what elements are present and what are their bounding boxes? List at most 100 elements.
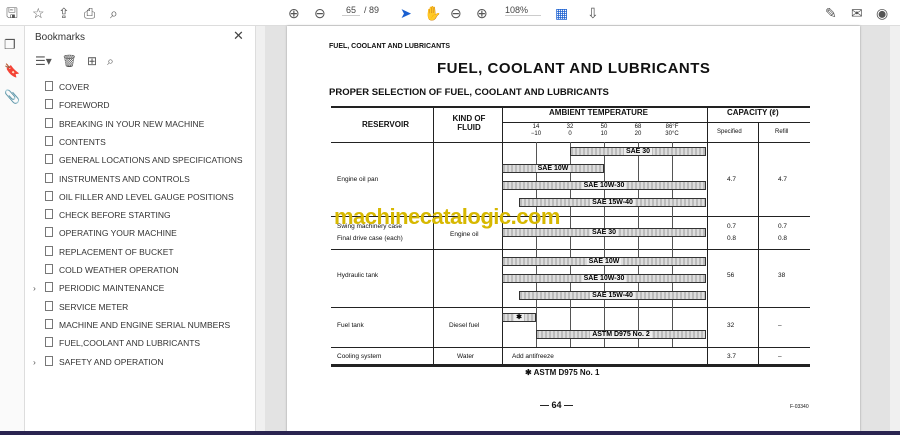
bookmark-icon xyxy=(45,154,53,165)
bookmark-star-icon[interactable]: ☆ xyxy=(32,4,45,22)
bookmark-item[interactable]: CONTENTS xyxy=(33,134,106,150)
tick-f: 86°F xyxy=(665,124,679,130)
tick-c: 20 xyxy=(634,131,642,137)
panel-scrollbar[interactable] xyxy=(255,26,265,435)
bookmark-item[interactable]: COVER xyxy=(33,79,89,95)
capacity-refill: – xyxy=(778,322,782,329)
section-title: PROPER SELECTION OF FUEL, COOLANT AND LU… xyxy=(329,87,609,98)
zoom-out-icon[interactable]: ⊖ xyxy=(450,4,462,22)
temp-range-bar: SAE 10W-30 xyxy=(502,274,706,283)
prev-page-icon[interactable]: ⊕ xyxy=(288,4,300,22)
temp-note: Add antifreeze xyxy=(512,353,554,360)
bookmark-icon xyxy=(45,209,53,220)
temp-gridline xyxy=(604,142,605,347)
bookmark-item[interactable]: OIL FILLER AND LEVEL GAUGE POSITIONS xyxy=(33,189,234,205)
bookmark-icon xyxy=(45,81,53,91)
capacity-refill: 0.7 xyxy=(778,223,788,230)
search-icon[interactable]: ⌕ xyxy=(110,4,118,22)
bookmark-item[interactable]: INSTRUMENTS AND CONTROLS xyxy=(33,171,190,187)
sign-icon[interactable]: ✎ xyxy=(825,4,837,22)
bookmark-icon xyxy=(45,227,53,238)
upload-icon[interactable]: ⇪ xyxy=(58,4,70,22)
print-icon[interactable]: ⎙ xyxy=(84,4,95,22)
header-fluid: KIND OF FLUID xyxy=(452,114,486,132)
scroll-mode-icon[interactable]: ⇩ xyxy=(587,4,599,22)
bookmark-item[interactable]: › SAFETY AND OPERATION xyxy=(33,354,164,370)
bookmark-item[interactable]: FOREWORD xyxy=(33,97,110,113)
bookmark-icon xyxy=(45,245,53,256)
bar-label: SAE 10W-30 xyxy=(581,275,627,282)
new-bookmark-icon[interactable]: ⊞ xyxy=(87,54,97,68)
close-icon[interactable]: ✕ xyxy=(233,28,244,44)
temp-range-bar: ASTM D975 No. 2 xyxy=(536,330,706,339)
bookmark-item[interactable]: MACHINE AND ENGINE SERIAL NUMBERS xyxy=(33,317,230,333)
next-page-icon[interactable]: ⊖ xyxy=(314,4,326,22)
document-scrollbar[interactable] xyxy=(890,26,900,435)
tick-c: 0 xyxy=(568,131,572,137)
bookmark-item[interactable]: SERVICE METER xyxy=(33,299,128,315)
reservoir-label: Final drive case (each) xyxy=(337,235,403,242)
reservoir-label: Cooling system xyxy=(337,353,382,360)
bookmark-item[interactable]: OPERATING YOUR MACHINE xyxy=(33,225,177,241)
bookmark-label: CHECK BEFORE STARTING xyxy=(59,210,171,221)
chevron-right-icon[interactable]: › xyxy=(33,354,43,370)
bookmark-label: REPLACEMENT OF BUCKET xyxy=(59,246,174,257)
attachment-icon[interactable]: 📎 xyxy=(4,88,20,106)
header-temp: AMBIENT TEMPERATURE xyxy=(549,108,648,117)
delete-icon[interactable]: 🗑 xyxy=(62,54,77,68)
chevron-right-icon[interactable]: › xyxy=(33,280,43,296)
page-input[interactable]: 65 xyxy=(342,5,360,16)
hand-tool-icon[interactable]: ✋ xyxy=(424,4,441,22)
bookmark-item[interactable]: COLD WEATHER OPERATION xyxy=(33,262,179,278)
panel-title: Bookmarks xyxy=(35,32,86,43)
bookmark-label: BREAKING IN YOUR NEW MACHINE xyxy=(59,118,205,129)
footnote: ✱ ASTM D975 No. 1 xyxy=(525,368,600,377)
save-icon[interactable]: 🖫 xyxy=(6,4,18,22)
zoom-in-icon[interactable]: ⊕ xyxy=(476,4,488,22)
document-view: FUEL, COOLANT AND LUBRICANTS FUEL, COOLA… xyxy=(265,26,900,435)
capacity-specified: 3.7 xyxy=(727,353,737,360)
row-divider xyxy=(331,347,810,348)
bookmark-label: COLD WEATHER OPERATION xyxy=(59,265,179,275)
bookmarks-icon[interactable]: 🔖 xyxy=(4,62,20,80)
capacity-specified: 0.7 xyxy=(727,223,737,230)
page-fit-icon[interactable]: ▦ xyxy=(555,4,568,22)
bar-label: SAE 10W-30 xyxy=(581,182,627,189)
select-cursor-icon[interactable]: ➤ xyxy=(400,4,412,22)
bookmark-label: SERVICE METER xyxy=(59,301,129,312)
bookmark-icon xyxy=(45,264,53,274)
page-title: FUEL, COOLANT AND LUBRICANTS xyxy=(437,60,711,77)
fluid-label: Engine oil xyxy=(450,231,479,238)
bookmark-icon xyxy=(45,318,53,329)
options-icon[interactable]: ☰▾ xyxy=(35,54,52,68)
bookmark-item[interactable]: GENERAL LOCATIONS AND SPECIFICATIONS xyxy=(33,152,243,168)
header-reservoir: RESERVOIR xyxy=(362,120,409,129)
bar-label: ✱ xyxy=(514,314,524,321)
col-divider xyxy=(433,106,434,366)
bar-label: ASTM D975 No. 2 xyxy=(590,331,652,338)
bookmark-tools: ☰▾ 🗑 ⊞ ⌕ xyxy=(35,54,124,69)
bookmark-item[interactable]: › PERIODIC MAINTENANCE xyxy=(33,280,164,296)
temp-range-bar: SAE 15W-40 xyxy=(519,291,706,300)
bar-label: SAE 10W xyxy=(535,165,571,172)
zoom-select[interactable]: 108% xyxy=(505,5,541,16)
bookmark-item[interactable]: CHECK BEFORE STARTING xyxy=(33,207,171,223)
col-divider xyxy=(758,122,759,366)
bookmark-item[interactable]: BREAKING IN YOUR NEW MACHINE xyxy=(33,116,204,132)
capacity-refill: – xyxy=(778,353,782,360)
tick-f: 14 xyxy=(532,124,540,130)
pages-icon[interactable]: ❐ xyxy=(4,36,16,54)
mail-icon[interactable]: ✉ xyxy=(851,4,863,22)
bookmark-item[interactable]: REPLACEMENT OF BUCKET xyxy=(33,244,174,260)
find-bookmark-icon[interactable]: ⌕ xyxy=(107,54,114,68)
bookmark-label: MACHINE AND ENGINE SERIAL NUMBERS xyxy=(59,319,231,330)
bar-label: SAE 15W-40 xyxy=(590,199,635,206)
bookmark-icon xyxy=(45,190,53,201)
page-header: FUEL, COOLANT AND LUBRICANTS xyxy=(329,43,451,50)
bookmark-item[interactable]: FUEL,COOLANT AND LUBRICANTS xyxy=(33,335,200,351)
bookmark-icon xyxy=(45,135,53,146)
account-icon[interactable]: ◉ xyxy=(876,4,888,22)
bookmark-label: PERIODIC MAINTENANCE xyxy=(59,283,165,294)
reservoir-label: Engine oil pan xyxy=(337,176,379,183)
temp-tick: 86°F 30°C xyxy=(657,124,687,138)
